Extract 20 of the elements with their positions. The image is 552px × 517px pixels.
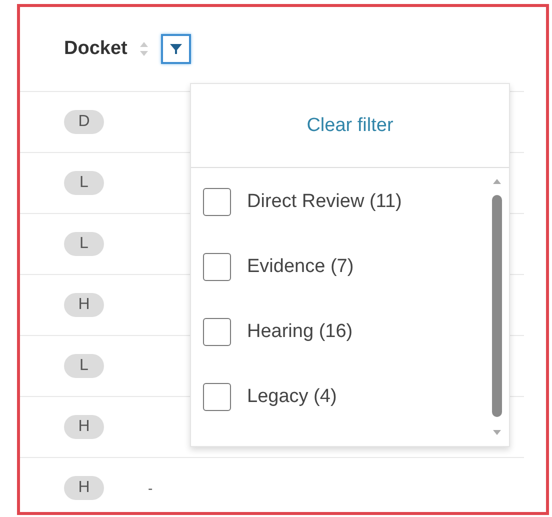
checkbox[interactable] <box>203 383 231 411</box>
clear-filter-link[interactable]: Clear filter <box>191 84 509 168</box>
filter-option[interactable]: Legacy (4) <box>203 383 509 411</box>
filter-option[interactable]: Direct Review (11) <box>203 188 509 216</box>
filter-icon <box>169 42 184 56</box>
checkbox[interactable] <box>203 188 231 216</box>
checkbox[interactable] <box>203 318 231 346</box>
checkbox[interactable] <box>203 253 231 281</box>
docket-badge: L <box>64 232 104 256</box>
filter-button[interactable] <box>161 34 192 64</box>
docket-badge: L <box>64 354 104 378</box>
docket-badge: H <box>64 476 104 500</box>
table-cell: - <box>148 480 153 496</box>
filter-option[interactable]: Evidence (7) <box>203 253 509 281</box>
docket-badge: L <box>64 171 104 195</box>
docket-badge: D <box>64 110 104 134</box>
filter-option[interactable]: Hearing (16) <box>203 318 509 346</box>
docket-badge: H <box>64 415 104 439</box>
docket-badge: H <box>64 293 104 317</box>
column-header: Docket <box>64 38 128 60</box>
